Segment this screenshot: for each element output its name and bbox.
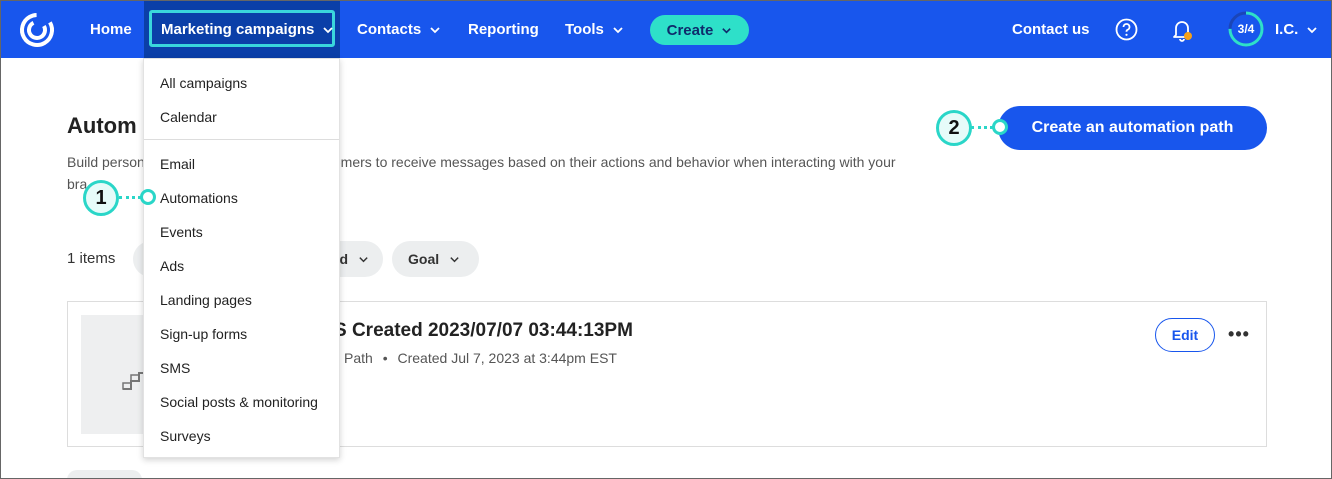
nav-reporting[interactable]: Reporting <box>468 1 539 58</box>
filter-goal-label: Goal <box>408 251 440 267</box>
callout-2-target <box>992 119 1008 135</box>
nav-marketing-campaigns[interactable]: Marketing campaigns <box>161 1 334 58</box>
contact-us-label: Contact us <box>1012 21 1090 38</box>
create-button-label: Create <box>666 21 714 39</box>
nav-tools-label: Tools <box>565 21 604 38</box>
chevron-down-icon <box>722 27 732 34</box>
callout-1-number: 1 <box>95 186 107 209</box>
create-automation-path-button[interactable]: Create an automation path <box>998 106 1267 150</box>
automation-type: Path <box>344 350 373 366</box>
items-count: 1 items <box>67 250 116 267</box>
menu-item-sign-up-forms[interactable]: Sign-up forms <box>160 326 247 342</box>
help-icon[interactable] <box>1115 18 1138 41</box>
menu-item-sms[interactable]: SMS <box>160 360 190 376</box>
nav-reporting-label: Reporting <box>468 21 539 38</box>
menu-item-social-posts[interactable]: Social posts & monitoring <box>160 394 318 410</box>
user-initials: I.C. <box>1275 21 1299 38</box>
menu-item-email[interactable]: Email <box>160 156 195 172</box>
meta-separator: • <box>382 350 388 366</box>
nav-contacts-label: Contacts <box>357 21 422 38</box>
automation-meta: Path • Created Jul 7, 2023 at 3:44pm EST <box>344 350 617 366</box>
chevron-down-icon <box>450 256 459 262</box>
automation-created: Created Jul 7, 2023 at 3:44pm EST <box>397 350 617 366</box>
more-options-icon[interactable]: ••• <box>1227 322 1251 346</box>
automation-title[interactable]: S Created 2023/07/07 03:44:13PM <box>334 320 633 342</box>
page-description-right: stomers to receive messages based on the… <box>322 154 896 170</box>
contact-us-link[interactable]: Contact us <box>1012 1 1090 58</box>
menu-item-calendar[interactable]: Calendar <box>160 109 217 125</box>
callout-1-badge: 1 <box>83 180 119 216</box>
create-button[interactable]: Create <box>650 15 749 45</box>
chevron-down-icon <box>359 256 368 262</box>
progress-label: 3/4 <box>1237 22 1255 36</box>
chevron-down-icon <box>1307 26 1317 33</box>
marketing-campaigns-dropdown: All campaigns Calendar Email Automations… <box>143 58 340 458</box>
user-menu[interactable]: I.C. <box>1275 1 1318 58</box>
chevron-down-icon <box>613 26 623 33</box>
nav-contacts[interactable]: Contacts <box>357 1 441 58</box>
menu-item-events[interactable]: Events <box>160 224 203 240</box>
menu-divider <box>144 139 339 140</box>
callout-1-connector <box>119 196 141 199</box>
nav-home-label: Home <box>90 21 132 38</box>
nav-home[interactable]: Home <box>90 1 132 58</box>
callout-2-connector <box>971 126 993 129</box>
menu-item-automations[interactable]: Automations <box>160 190 238 206</box>
page-description-left: Build person <box>67 154 145 170</box>
menu-item-surveys[interactable]: Surveys <box>160 428 211 444</box>
nav-tools[interactable]: Tools <box>565 1 624 58</box>
callout-2-number: 2 <box>948 116 960 139</box>
edit-button[interactable]: Edit <box>1155 318 1215 352</box>
menu-item-landing-pages[interactable]: Landing pages <box>160 292 252 308</box>
constant-contact-logo-icon[interactable] <box>18 11 56 49</box>
callout-2-badge: 2 <box>936 110 972 146</box>
chevron-down-icon <box>323 26 334 33</box>
filter-status-label: d <box>339 251 348 267</box>
app-window: Home Marketing campaigns Contacts Report… <box>0 0 1332 479</box>
nav-marketing-campaigns-label: Marketing campaigns <box>161 21 315 38</box>
top-nav: Home Marketing campaigns Contacts Report… <box>1 1 1331 58</box>
page-title: Autom <box>67 113 137 138</box>
pagination-pill[interactable] <box>67 470 142 478</box>
bell-icon[interactable] <box>1171 17 1193 43</box>
filter-goal-pill[interactable]: Goal <box>392 241 479 277</box>
callout-1-target <box>140 189 156 205</box>
menu-item-all-campaigns[interactable]: All campaigns <box>160 75 247 91</box>
chevron-down-icon <box>430 26 440 33</box>
menu-item-ads[interactable]: Ads <box>160 258 184 274</box>
